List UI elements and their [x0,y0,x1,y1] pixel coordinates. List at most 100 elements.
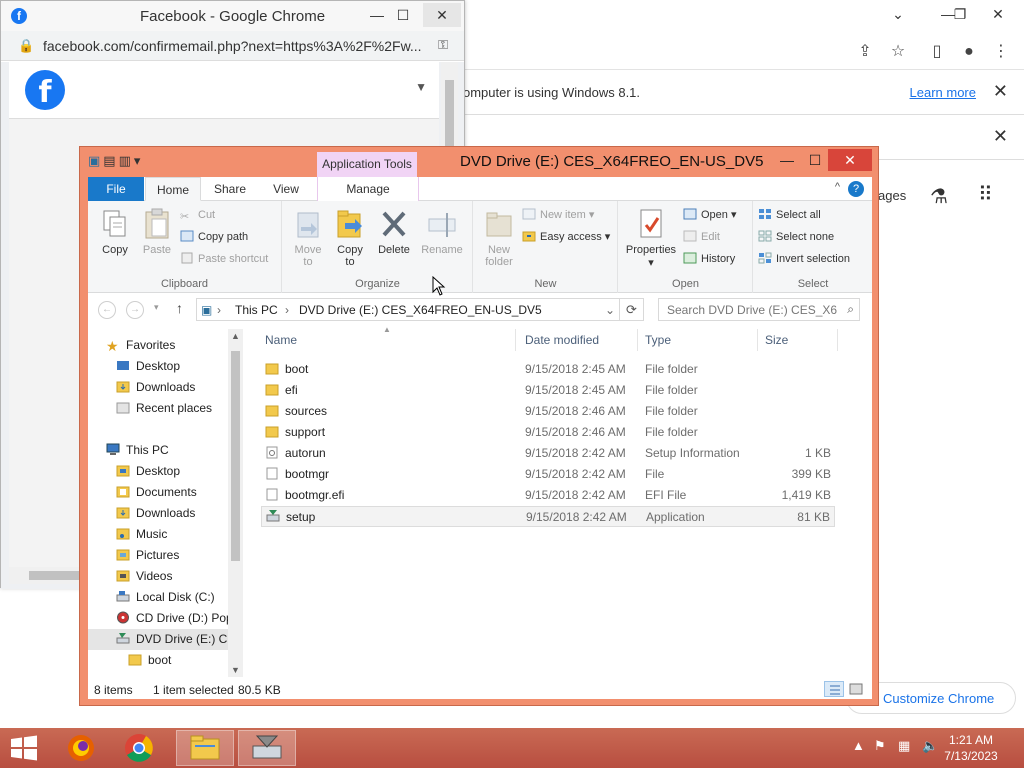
close-button[interactable]: ✕ [828,149,872,171]
profile-avatar-icon[interactable]: ● [957,40,981,64]
file-row[interactable]: autorun 9/15/2018 2:42 AM Setup Informat… [261,443,835,464]
new-folder-button[interactable]: New folder [478,207,520,268]
windows-start-icon[interactable] [8,734,40,762]
up-arrow-icon[interactable]: ↑ [176,300,183,316]
tab-file[interactable]: File [88,177,144,201]
nav-this-pc[interactable]: This PC [106,440,169,461]
bookmark-star-icon[interactable]: ☆ [886,40,910,64]
nav-pc-downloads[interactable]: Downloads [116,503,195,524]
system-clock[interactable]: 1:21 AM 7/13/2023 [936,732,1006,764]
search-box[interactable]: Search DVD Drive (E:) CES_X64... ⌕ [658,298,860,321]
dropdown-caret-icon[interactable]: ▼ [415,80,427,94]
tab-share[interactable]: Share [210,177,250,201]
properties-dropdown-icon[interactable]: ▾ [648,257,654,269]
taskbar-firefox[interactable] [52,730,110,766]
address-bar[interactable]: ▣ › This PC › DVD Drive (E:) CES_X64FREO… [196,298,620,321]
scroll-up-icon[interactable]: ▲ [231,331,240,341]
rename-button[interactable]: Rename [417,207,467,267]
refresh-button[interactable]: ⟳ [620,298,644,321]
nav-videos[interactable]: Videos [116,566,172,587]
file-row[interactable]: sources 9/15/2018 2:46 AM File folder [261,401,835,422]
file-row[interactable]: bootmgr.efi 9/15/2018 2:42 AM EFI File 1… [261,485,835,506]
key-icon[interactable]: ⚿ [438,37,448,53]
column-separator[interactable] [757,329,758,351]
minimize-button[interactable]: — [363,3,391,27]
close-icon[interactable]: ✕ [993,81,1008,102]
forward-button[interactable]: → [126,301,144,319]
edit-button[interactable]: Edit [683,227,720,247]
learn-more-link[interactable]: Learn more [910,85,976,100]
nav-pictures[interactable]: Pictures [116,545,179,566]
column-separator[interactable] [637,329,638,351]
column-header-type[interactable]: Type [645,333,671,347]
url-text[interactable]: facebook.com/confirmemail.php?next=https… [43,38,422,54]
copy-to-button[interactable]: Copy to [329,207,371,268]
easy-access-button[interactable]: Easy access ▾ [522,227,610,247]
close-button[interactable]: ✕ [983,2,1013,26]
delete-button[interactable]: Delete [373,207,415,267]
copy-path-button[interactable]: Copy path [180,227,248,247]
breadcrumb-chevron-icon[interactable]: › [217,303,221,317]
nav-recent-places[interactable]: Recent places [116,398,212,419]
cut-button[interactable]: ✂ Cut [180,205,215,225]
scroll-down-icon[interactable]: ▼ [231,665,240,675]
nav-boot-folder[interactable]: boot [128,650,171,671]
apps-grid-icon[interactable]: ⠿ [978,182,993,207]
file-row[interactable]: efi 9/15/2018 2:45 AM File folder [261,380,835,401]
help-icon[interactable]: ? [848,181,864,197]
restore-button[interactable]: ❐ [945,2,975,26]
tab-view[interactable]: View [266,177,306,201]
nav-music[interactable]: Music [116,524,167,545]
nav-desktop[interactable]: Desktop [116,356,180,377]
close-icon[interactable]: ✕ [993,126,1008,147]
minimize-button[interactable]: ⌄ [883,2,913,26]
tab-manage[interactable]: Manage [317,177,419,201]
column-header-name[interactable]: Name [265,333,297,347]
copy-button[interactable]: Copy [94,207,136,267]
side-panel-icon[interactable]: ▯ [925,40,949,64]
address-dropdown-icon[interactable]: ⌄ [605,303,615,317]
tab-home[interactable]: Home [145,177,201,201]
share-icon[interactable]: ⇪ [853,40,877,64]
images-link[interactable]: ages [878,188,906,203]
file-row-selected[interactable]: setup 9/15/2018 2:42 AM Application 81 K… [261,506,835,527]
nav-cd-drive[interactable]: CD Drive (D:) Pop [116,608,233,629]
nav-downloads[interactable]: Downloads [116,377,195,398]
maximize-button[interactable]: ☐ [389,3,417,27]
taskbar-setup[interactable] [238,730,296,766]
large-icons-view-button[interactable] [846,681,866,697]
nav-favorites[interactable]: ★ Favorites [106,335,175,356]
action-center-flag-icon[interactable]: ⚑ [874,738,886,754]
breadcrumb-chevron-icon[interactable]: › [285,303,289,317]
new-item-button[interactable]: New item ▾ [522,205,594,225]
menu-kebab-icon[interactable]: ⋮ [989,40,1013,64]
labs-flask-icon[interactable]: ⚗ [930,184,948,209]
column-separator[interactable] [515,329,516,351]
maximize-button[interactable]: ☐ [798,149,832,171]
breadcrumb-dvd-drive[interactable]: DVD Drive (E:) CES_X64FREO_EN-US_DV5 [299,303,542,317]
history-button[interactable]: History [683,249,735,269]
quick-access-toolbar[interactable]: ▣▤▥▾ [88,153,143,169]
new-folder-qat-icon[interactable]: ▥ [119,153,134,168]
file-row[interactable]: boot 9/15/2018 2:45 AM File folder [261,359,835,380]
back-button[interactable]: ← [98,301,116,319]
nav-dvd-drive[interactable]: DVD Drive (E:) CE [88,629,235,650]
file-row[interactable]: support 9/15/2018 2:46 AM File folder [261,422,835,443]
move-to-button[interactable]: Move to [287,207,329,268]
paste-shortcut-button[interactable]: Paste shortcut [180,249,268,269]
nav-local-disk[interactable]: Local Disk (C:) [116,587,215,608]
column-separator[interactable] [837,329,838,351]
details-view-button[interactable] [824,681,844,697]
taskbar-chrome[interactable] [110,730,168,766]
paste-button[interactable]: Paste [136,207,178,267]
close-button[interactable]: ✕ [423,3,461,27]
collapse-ribbon-icon[interactable]: ^ [835,181,840,193]
show-hidden-icons[interactable]: ▲ [852,738,865,753]
network-icon[interactable]: ▦ [898,738,910,754]
properties-button[interactable]: Properties ▾ [623,207,679,269]
column-header-date[interactable]: Date modified [525,333,599,347]
navigation-pane-scrollbar[interactable]: ▲ ▼ [228,329,243,677]
invert-selection-button[interactable]: Invert selection [758,249,850,269]
qat-dropdown-icon[interactable]: ▾ [134,153,144,168]
breadcrumb-this-pc[interactable]: This PC [235,303,278,317]
